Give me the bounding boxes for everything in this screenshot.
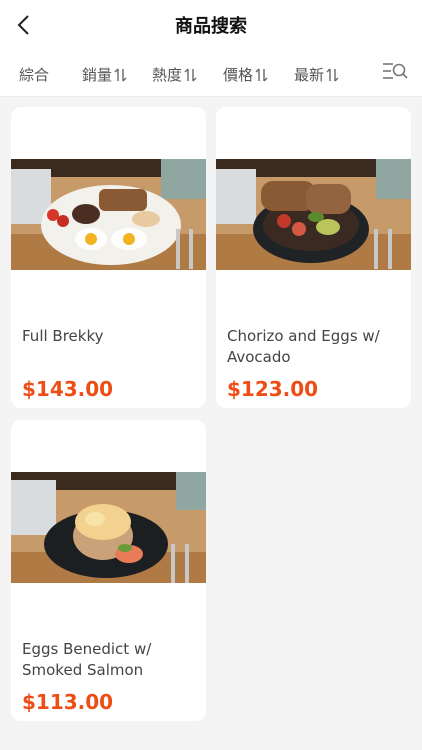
product-card[interactable]: Eggs Benedict w/ Smoked Salmon $113.00 xyxy=(11,420,206,721)
sort-arrows-icon xyxy=(326,68,339,82)
product-name: Chorizo and Eggs w/ Avocado xyxy=(227,327,380,366)
product-card[interactable]: Full Brekky $143.00 xyxy=(11,107,206,408)
sort-tab-label: 銷量 xyxy=(82,66,113,84)
sort-tab-label: 最新 xyxy=(294,66,325,84)
top-nav-bar: 商品搜索 xyxy=(0,0,422,52)
sort-tab-comprehensive[interactable]: 綜合 xyxy=(19,64,49,85)
sort-tab-price[interactable]: 價格 xyxy=(223,64,268,85)
product-image xyxy=(11,472,206,583)
filter-search-icon[interactable] xyxy=(382,61,408,85)
product-image xyxy=(216,159,411,270)
product-price: $123.00 xyxy=(227,377,319,401)
product-card[interactable]: Chorizo and Eggs w/ Avocado $123.00 xyxy=(216,107,411,408)
sort-tab-label: 熱度 xyxy=(152,66,183,84)
product-image xyxy=(11,159,206,270)
sort-arrows-icon xyxy=(114,68,127,82)
product-price: $143.00 xyxy=(22,377,114,401)
sort-tab-popularity[interactable]: 熱度 xyxy=(152,64,197,85)
product-name: Full Brekky xyxy=(22,327,104,345)
sort-arrows-icon xyxy=(255,68,268,82)
product-price: $113.00 xyxy=(22,690,114,714)
product-name: Eggs Benedict w/ Smoked Salmon xyxy=(22,640,152,679)
sort-tab-label: 綜合 xyxy=(19,66,50,84)
sort-arrows-icon xyxy=(184,68,197,82)
sort-tab-label: 價格 xyxy=(223,66,254,84)
sort-bar: 綜合 銷量 熱度 價格 最新 xyxy=(0,52,422,97)
page-title: 商品搜索 xyxy=(175,16,247,37)
sort-tab-sales[interactable]: 銷量 xyxy=(82,64,127,85)
sort-tab-newest[interactable]: 最新 xyxy=(294,64,339,85)
